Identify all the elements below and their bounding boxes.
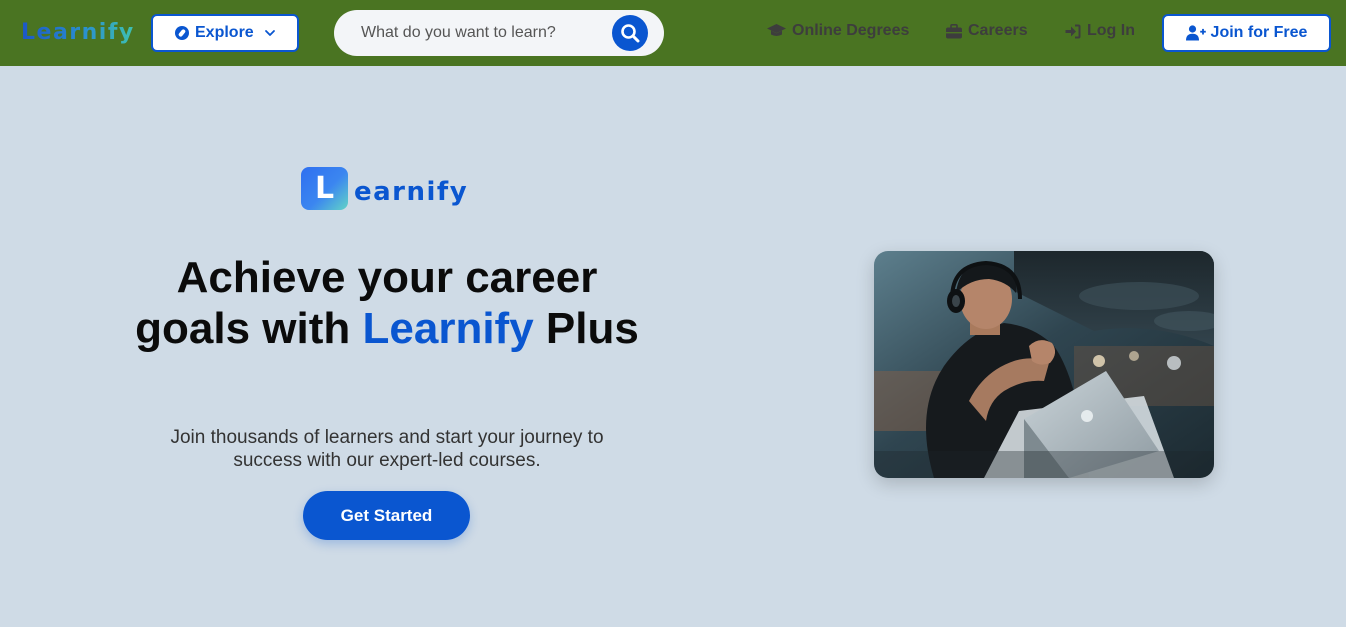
logo-tile: L <box>301 167 348 210</box>
search-button[interactable] <box>612 15 648 51</box>
hero-image <box>874 251 1214 478</box>
user-plus-icon <box>1185 25 1206 41</box>
briefcase-icon <box>946 23 962 38</box>
sign-in-icon <box>1065 24 1081 38</box>
hero-subtitle: Join thousands of learners and start you… <box>170 427 604 471</box>
compass-icon <box>175 26 189 40</box>
nav-careers[interactable]: Careers <box>946 22 1028 40</box>
hero-title-part2: Plus <box>533 304 639 353</box>
nav-online-degrees-label: Online Degrees <box>792 22 910 39</box>
search-input[interactable] <box>361 21 621 45</box>
hero-logo: L earnify <box>301 167 468 210</box>
student-laptop-photo <box>874 251 1214 478</box>
explore-label: Explore <box>195 24 254 41</box>
join-for-free-button[interactable]: Join for Free <box>1162 14 1331 52</box>
search-bar <box>334 10 664 56</box>
nav-online-degrees[interactable]: Online Degrees <box>767 22 909 40</box>
search-icon <box>621 24 640 43</box>
hero-title-accent: Learnify <box>362 304 534 353</box>
nav-careers-label: Careers <box>968 22 1028 39</box>
nav-login-label: Log In <box>1087 22 1135 39</box>
nav-login[interactable]: Log In <box>1065 22 1135 40</box>
join-label: Join for Free <box>1210 24 1308 41</box>
explore-button[interactable]: Explore <box>151 14 299 52</box>
hero-title: Achieve your career goals with Learnify … <box>120 252 654 354</box>
graduation-cap-icon <box>767 24 786 36</box>
get-started-button[interactable]: Get Started <box>303 491 470 540</box>
brand-logo[interactable]: Learnify <box>21 20 135 45</box>
chevron-down-icon <box>264 30 275 36</box>
logo-wordmark: earnify <box>354 176 469 207</box>
top-navbar: Learnify Explore Online Degrees Careers <box>0 0 1346 66</box>
